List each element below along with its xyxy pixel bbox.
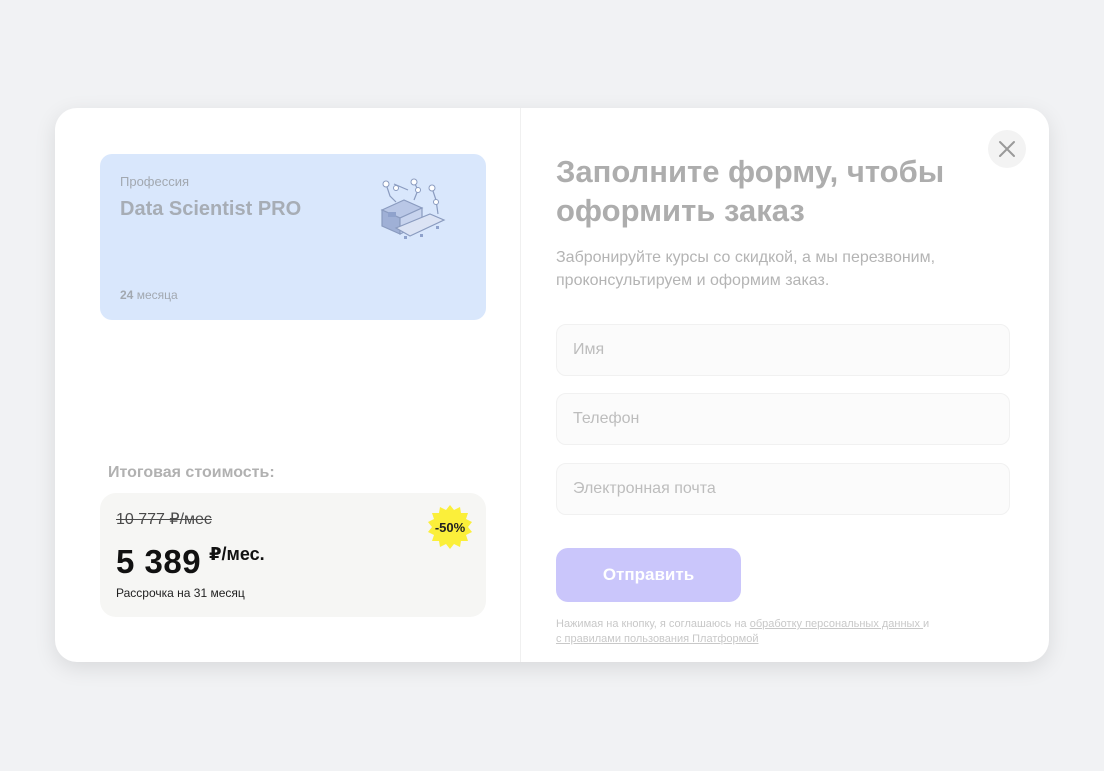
name-field[interactable] [556,324,1010,376]
submit-button[interactable]: Отправить [556,548,741,602]
personal-data-link[interactable]: обработку персональных данных [750,618,923,630]
robot-arm-illustration [380,178,446,239]
phone-field[interactable] [556,393,1010,445]
course-card: Профессия Data Scientist PRO 24 месяца [100,154,486,320]
new-price: 5 389 [116,543,202,580]
consent-prefix: Нажимая на кнопку, я соглашаюсь на [556,618,750,630]
consent-middle: и [923,618,930,630]
close-button[interactable] [988,130,1026,168]
course-title: Data Scientist PRO [120,198,302,220]
close-icon [999,141,1015,157]
panel-divider [520,108,521,662]
total-label: Итоговая стоимость: [108,464,275,481]
course-duration-unit: месяца [136,288,178,302]
course-kicker: Профессия [120,174,190,189]
price-card: 10 777 ₽/мес 5 389 ₽/мес. Рассрочка на 3… [100,493,486,617]
old-price: 10 777 ₽/мес [116,511,212,528]
new-price-unit: ₽/мес. [209,544,265,564]
platform-rules-link[interactable]: с правилами пользования Платформой [556,633,758,645]
form-subtitle: Забронируйте курсы со скидкой, а мы пере… [556,249,936,289]
installment-text: Рассрочка на 31 месяц [116,586,245,600]
course-duration: 24 месяца [120,288,178,302]
consent-text: Нажимая на кнопку, я соглашаюсь на обраб… [556,617,976,647]
form-title: Заполните форму, чтобы оформить заказ [556,154,945,228]
order-modal: Профессия Data Scientist PRO 24 месяца И… [55,108,1049,662]
email-field[interactable] [556,463,1010,515]
discount-badge: -50% [428,505,472,549]
discount-value: -50% [434,519,466,535]
course-duration-value: 24 [120,288,134,302]
